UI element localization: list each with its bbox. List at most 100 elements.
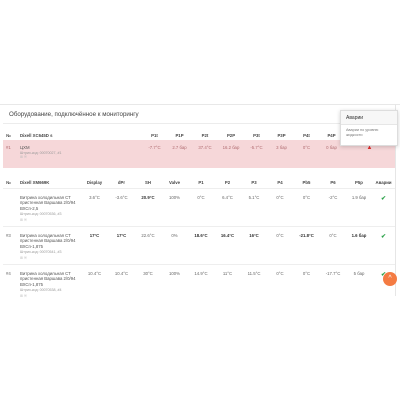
value-cell: 100% [161, 187, 188, 226]
row-number [3, 187, 17, 226]
device-action-icons[interactable]: ⊞ 🗎 [20, 256, 81, 262]
device-action-icons[interactable]: ⊞ 🗎 [20, 155, 142, 161]
col-header: P2P [226, 132, 236, 138]
value-cell: 11°C [214, 263, 241, 302]
value-cell: 0°C [267, 263, 293, 302]
chevron-up-icon: ^ [388, 275, 392, 282]
device-name-cell[interactable]: ЦХМ Штрих-код: 00070027, #1 ⊞ 🗎 [17, 140, 142, 168]
device-action-icons[interactable]: ⊞ 🗎 [20, 294, 81, 300]
table-row[interactable]: #3 Витрина холодильная СТ пристенная Вар… [3, 225, 395, 264]
value-cell: -17.7°C [320, 263, 346, 302]
value-cell: -5.7°C [244, 140, 269, 168]
value-cell: 2.7 бар [167, 140, 192, 168]
value-cell: 16°C [241, 225, 267, 264]
col-header: P4 [277, 180, 283, 186]
value-cell: 16.2 бар [218, 140, 244, 168]
value-cell: -3.6°C [108, 187, 135, 226]
value-cell: 5 бар [346, 263, 372, 302]
device-name[interactable]: ЦХМ [20, 145, 30, 150]
device-table-xm669k: № Dixell XM669K Display dPr SH Valve P1 … [3, 178, 395, 302]
table-row[interactable]: #4 Витрина холодильная СТ пристенная Вар… [3, 263, 395, 302]
value-cell: 10.4°C [81, 263, 108, 302]
col-header: dPr [117, 180, 126, 186]
col-header: P3P [277, 132, 286, 138]
monitoring-panel: Оборудование, подключённое к мониторингу… [3, 106, 395, 302]
col-header: P1P [175, 132, 184, 138]
value-cell: 30°C [135, 263, 161, 302]
value-cell: 3 бар [269, 140, 294, 168]
value-cell: 3.6°C [81, 187, 108, 226]
device-name-cell[interactable]: Витрина холодильная СТ пристенная Варшав… [17, 263, 81, 302]
table-header: № Dixell XC645D s P1t P1P P2t P2P P3t P3… [3, 130, 395, 140]
value-cell: -7.7°C [142, 140, 167, 168]
col-header: P4t [303, 132, 310, 138]
page: Оборудование, подключённое к мониторингу… [0, 0, 400, 400]
device-name-cell[interactable]: Витрина холодильная СТ пристенная Варшав… [17, 187, 81, 226]
value-cell: 14.9°C [188, 263, 214, 302]
col-header: SH [145, 180, 151, 186]
value-cell: 0°C [267, 187, 293, 226]
col-header: P3 [251, 180, 257, 186]
alarm-cell: ✔ [372, 225, 395, 264]
alarm-cell: ✔ [372, 187, 395, 226]
col-header: P6 [330, 180, 336, 186]
popover-title: Аварии [341, 111, 397, 125]
value-cell: 37.4°C [192, 140, 218, 168]
value-cell: 0°C [293, 263, 320, 302]
value-cell: 17°C [81, 225, 108, 264]
col-header: № [6, 132, 11, 138]
col-header: P1 [198, 180, 204, 186]
device-action-icons[interactable]: ⊞ 🗎 [20, 218, 81, 224]
col-header: № [6, 180, 11, 186]
alarm-popover: Аварии Аварии по уровню жидкости [340, 110, 398, 146]
row-number: #1 [3, 140, 17, 168]
value-cell: 1.6 бар [346, 225, 372, 264]
value-cell: 0°C [188, 187, 214, 226]
value-cell: 0°C [267, 225, 293, 264]
col-header: P2t [201, 132, 209, 138]
value-cell: 100% [161, 263, 188, 302]
col-header: Аварии [375, 180, 392, 186]
device-name[interactable]: Витрина холодильная СТ пристенная Варшав… [20, 233, 75, 249]
col-header: Pb5 [302, 180, 311, 186]
check-icon: ✔ [380, 233, 387, 240]
divider [3, 123, 395, 124]
value-cell: 0°C [293, 187, 320, 226]
value-cell: 20.9°C [135, 187, 161, 226]
value-cell: 16.4°C [214, 225, 241, 264]
value-cell: 0°C [294, 140, 319, 168]
device-table-xc645d: № Dixell XC645D s P1t P1P P2t P2P P3t P3… [3, 130, 395, 168]
row-number: #3 [3, 225, 17, 264]
popover-body: Аварии по уровню жидкости [346, 128, 379, 137]
value-cell: 10.4°C [108, 263, 135, 302]
device-name-cell[interactable]: Витрина холодильная СТ пристенная Варшав… [17, 225, 81, 264]
table-row[interactable]: #1 ЦХМ Штрих-код: 00070027, #1 ⊞ 🗎 -7.7°… [3, 140, 395, 168]
table-header: № Dixell XM669K Display dPr SH Valve P1 … [3, 178, 395, 188]
value-cell: 11.5°C [241, 263, 267, 302]
col-header: P2 [224, 180, 231, 186]
value-cell: 5.1°C [241, 187, 267, 226]
device-name[interactable]: Витрина холодильная СТ пристенная Варшав… [20, 195, 75, 211]
value-cell: 0% [161, 225, 188, 264]
value-cell: 1.9 бар [346, 187, 372, 226]
value-cell: 0°C [320, 225, 346, 264]
col-header: Valve [169, 180, 180, 186]
check-icon: ✔ [380, 195, 387, 202]
value-cell: 18.6°C [188, 225, 214, 264]
scroll-top-button[interactable]: ^ [383, 272, 397, 286]
value-cell: 17°C [108, 225, 135, 264]
device-name[interactable]: Витрина холодильная СТ пристенная Варшав… [20, 271, 75, 287]
row-number: #4 [3, 263, 17, 302]
panel-title: Оборудование, подключённое к мониторингу [9, 111, 139, 118]
value-cell: 6.4°C [214, 187, 241, 226]
value-cell: 22.6°C [135, 225, 161, 264]
value-cell: -21.8°C [293, 225, 320, 264]
table-row[interactable]: Витрина холодильная СТ пристенная Варшав… [3, 187, 395, 226]
col-header: P1t [151, 132, 158, 138]
divider [0, 104, 400, 105]
col-header[interactable]: Dixell XC645D s [17, 130, 142, 140]
col-header: P5p [355, 180, 363, 186]
col-header: Display [86, 180, 103, 186]
col-header[interactable]: Dixell XM669K [17, 178, 81, 188]
value-cell: -2°C [320, 187, 346, 226]
